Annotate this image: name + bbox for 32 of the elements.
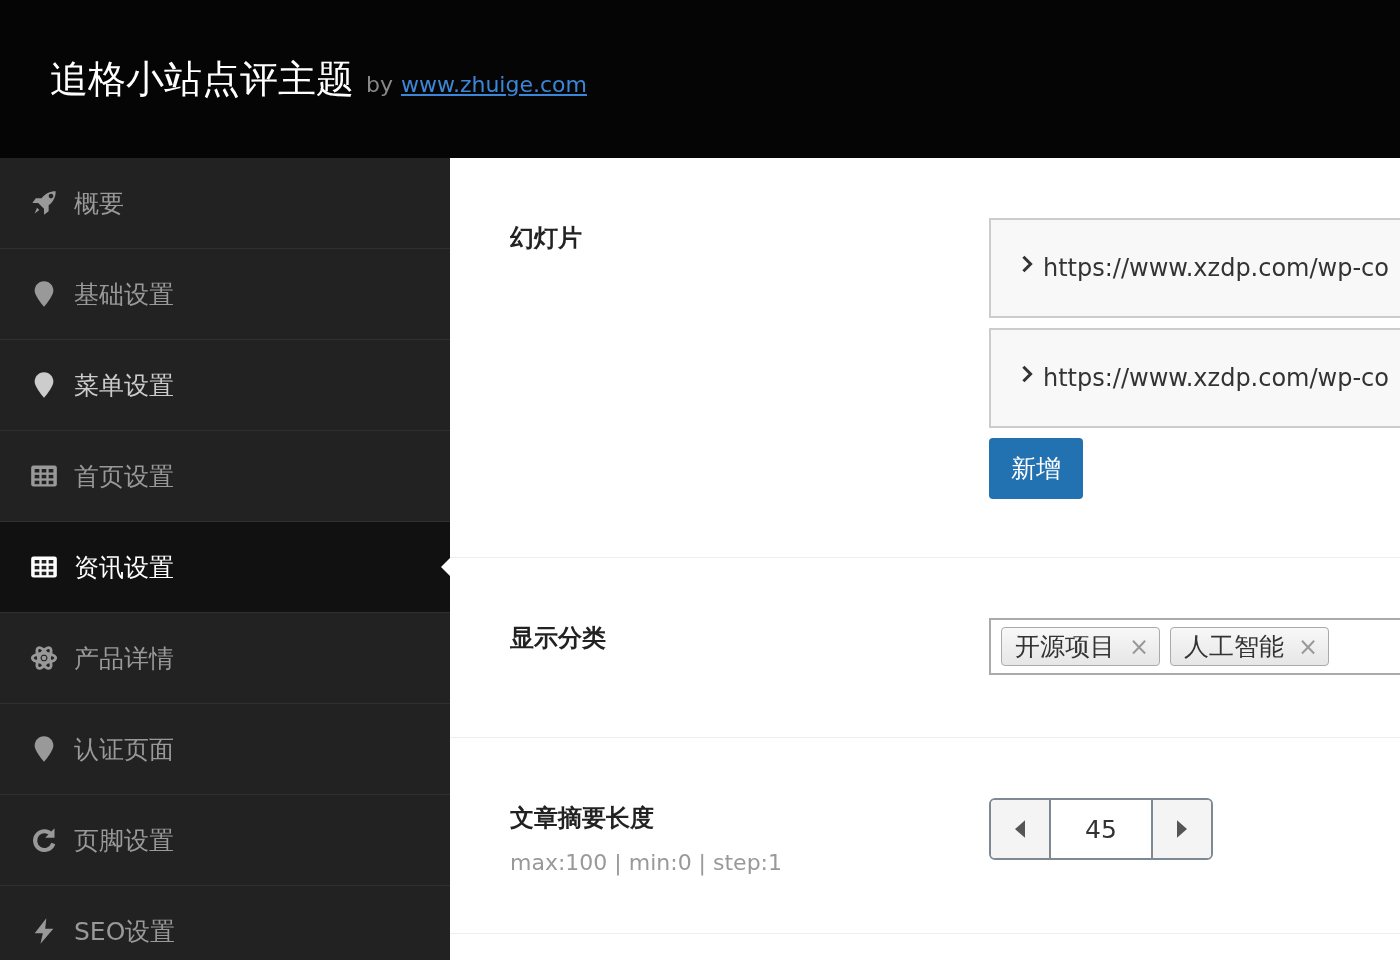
tag-label: 人工智能 <box>1184 631 1285 663</box>
sidebar-item[interactable]: SEO设置 <box>0 886 450 960</box>
field-label: 显示分类 <box>510 623 607 654</box>
field-label: 文章摘要长度 <box>510 803 655 834</box>
number-input[interactable]: 45 <box>1049 800 1153 858</box>
refresh-icon <box>30 826 58 854</box>
add-button[interactable]: 新增 <box>989 438 1083 499</box>
site-title: 追格小站点评主题 <box>50 55 354 103</box>
rocket-icon <box>30 189 58 217</box>
sidebar-item[interactable]: 概要 <box>0 158 450 249</box>
sidebar-item[interactable]: 产品详情 <box>0 613 450 704</box>
atom-icon <box>30 644 58 672</box>
field-hint: max:100 | min:0 | step:1 <box>510 850 784 875</box>
sidebar-item[interactable]: 基础设置 <box>0 249 450 340</box>
chevron-icon <box>1021 254 1033 274</box>
sidebar-item[interactable]: 菜单设置 <box>0 340 450 431</box>
sidebar-item[interactable]: 资讯设置 <box>0 522 450 613</box>
sidebar-item[interactable]: 页脚设置 <box>0 795 450 886</box>
pointer-icon <box>441 558 450 576</box>
field-label: 幻灯片 <box>510 223 583 254</box>
slide-item[interactable]: https://www.xzdp.com/wp-co <box>989 328 1400 428</box>
decrement-button[interactable] <box>991 800 1049 858</box>
number-spinner[interactable]: 45 <box>989 798 1213 860</box>
sidebar-item[interactable]: 认证页面 <box>0 704 450 795</box>
tag-label: 开源项目 <box>1015 631 1115 663</box>
increment-button[interactable] <box>1153 800 1211 858</box>
left-triangle-icon <box>1015 820 1025 838</box>
chevron-icon <box>1021 364 1033 384</box>
slide-item[interactable]: https://www.xzdp.com/wp-co <box>989 218 1400 318</box>
site-link[interactable]: www.zhuige.com <box>401 71 587 97</box>
right-triangle-icon <box>1177 820 1187 838</box>
by-text: by <box>366 71 393 97</box>
